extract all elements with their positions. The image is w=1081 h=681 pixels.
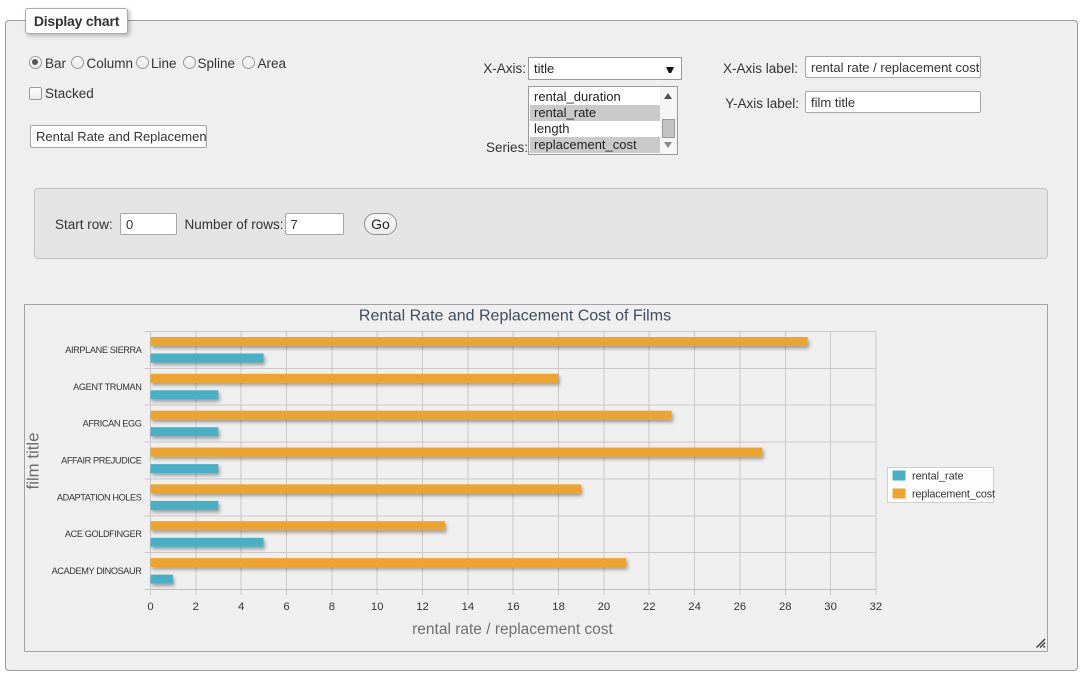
svg-text:ACE GOLDFINGER: ACE GOLDFINGER — [65, 529, 142, 539]
svg-text:24: 24 — [688, 601, 701, 613]
svg-text:2: 2 — [193, 601, 199, 613]
svg-text:32: 32 — [870, 601, 883, 613]
svg-text:6: 6 — [283, 601, 289, 613]
svg-text:0: 0 — [147, 601, 153, 613]
svg-text:4: 4 — [238, 601, 244, 613]
svg-text:22: 22 — [643, 601, 656, 613]
svg-text:rental rate / replacement cost: rental rate / replacement cost — [412, 621, 613, 638]
svg-text:16: 16 — [507, 601, 520, 613]
svg-text:14: 14 — [462, 601, 475, 613]
svg-text:8: 8 — [329, 601, 335, 613]
svg-text:AIRPLANE SIERRA: AIRPLANE SIERRA — [65, 345, 142, 355]
svg-text:28: 28 — [779, 601, 792, 613]
svg-text:AGENT TRUMAN: AGENT TRUMAN — [73, 382, 141, 392]
svg-text:20: 20 — [598, 601, 611, 613]
svg-text:26: 26 — [734, 601, 747, 613]
svg-text:ADAPTATION HOLES: ADAPTATION HOLES — [57, 492, 142, 502]
svg-text:rental_rate: rental_rate — [912, 471, 964, 483]
svg-text:ACADEMY DINOSAUR: ACADEMY DINOSAUR — [52, 566, 143, 576]
svg-text:AFFAIR PREJUDICE: AFFAIR PREJUDICE — [61, 456, 142, 466]
svg-text:18: 18 — [552, 601, 565, 613]
svg-text:film title: film title — [24, 433, 43, 490]
svg-text:replacement_cost: replacement_cost — [912, 489, 995, 501]
svg-text:30: 30 — [824, 601, 837, 613]
svg-text:AFRICAN EGG: AFRICAN EGG — [83, 419, 142, 429]
svg-text:10: 10 — [371, 601, 384, 613]
svg-text:12: 12 — [416, 601, 429, 613]
svg-text:Rental Rate and Replacement Co: Rental Rate and Replacement Cost of Film… — [359, 308, 671, 325]
